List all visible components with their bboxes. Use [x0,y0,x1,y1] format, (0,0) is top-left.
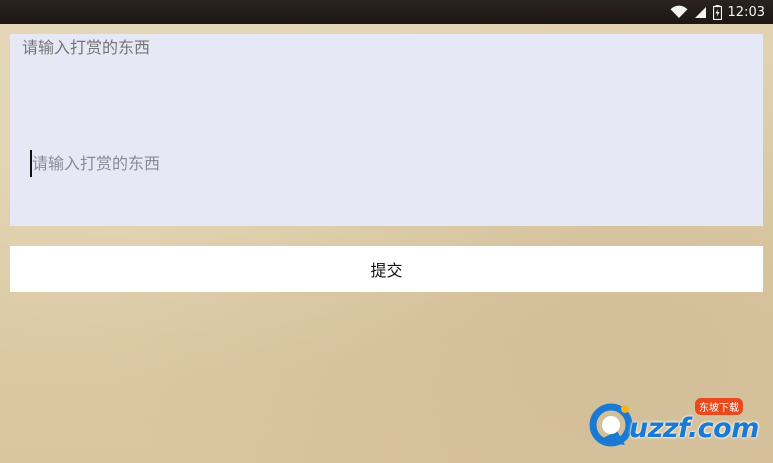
signal-icon [694,5,707,19]
status-bar: 12:03 [0,0,773,24]
text-cursor [30,150,32,177]
wifi-icon [670,5,688,19]
reward-input-field[interactable]: 请输入打赏的东西 [10,34,763,226]
reward-input-textarea[interactable] [10,34,763,226]
submit-button[interactable]: 提交 [10,246,763,292]
status-icons: 12:03 [670,0,765,24]
status-time: 12:03 [727,4,765,20]
battery-charging-icon [712,4,722,20]
watermark-logo: 东坡下载 uzzf.com [587,397,765,449]
logo-swirl-icon [587,401,635,447]
watermark-text: uzzf.com [629,413,759,444]
